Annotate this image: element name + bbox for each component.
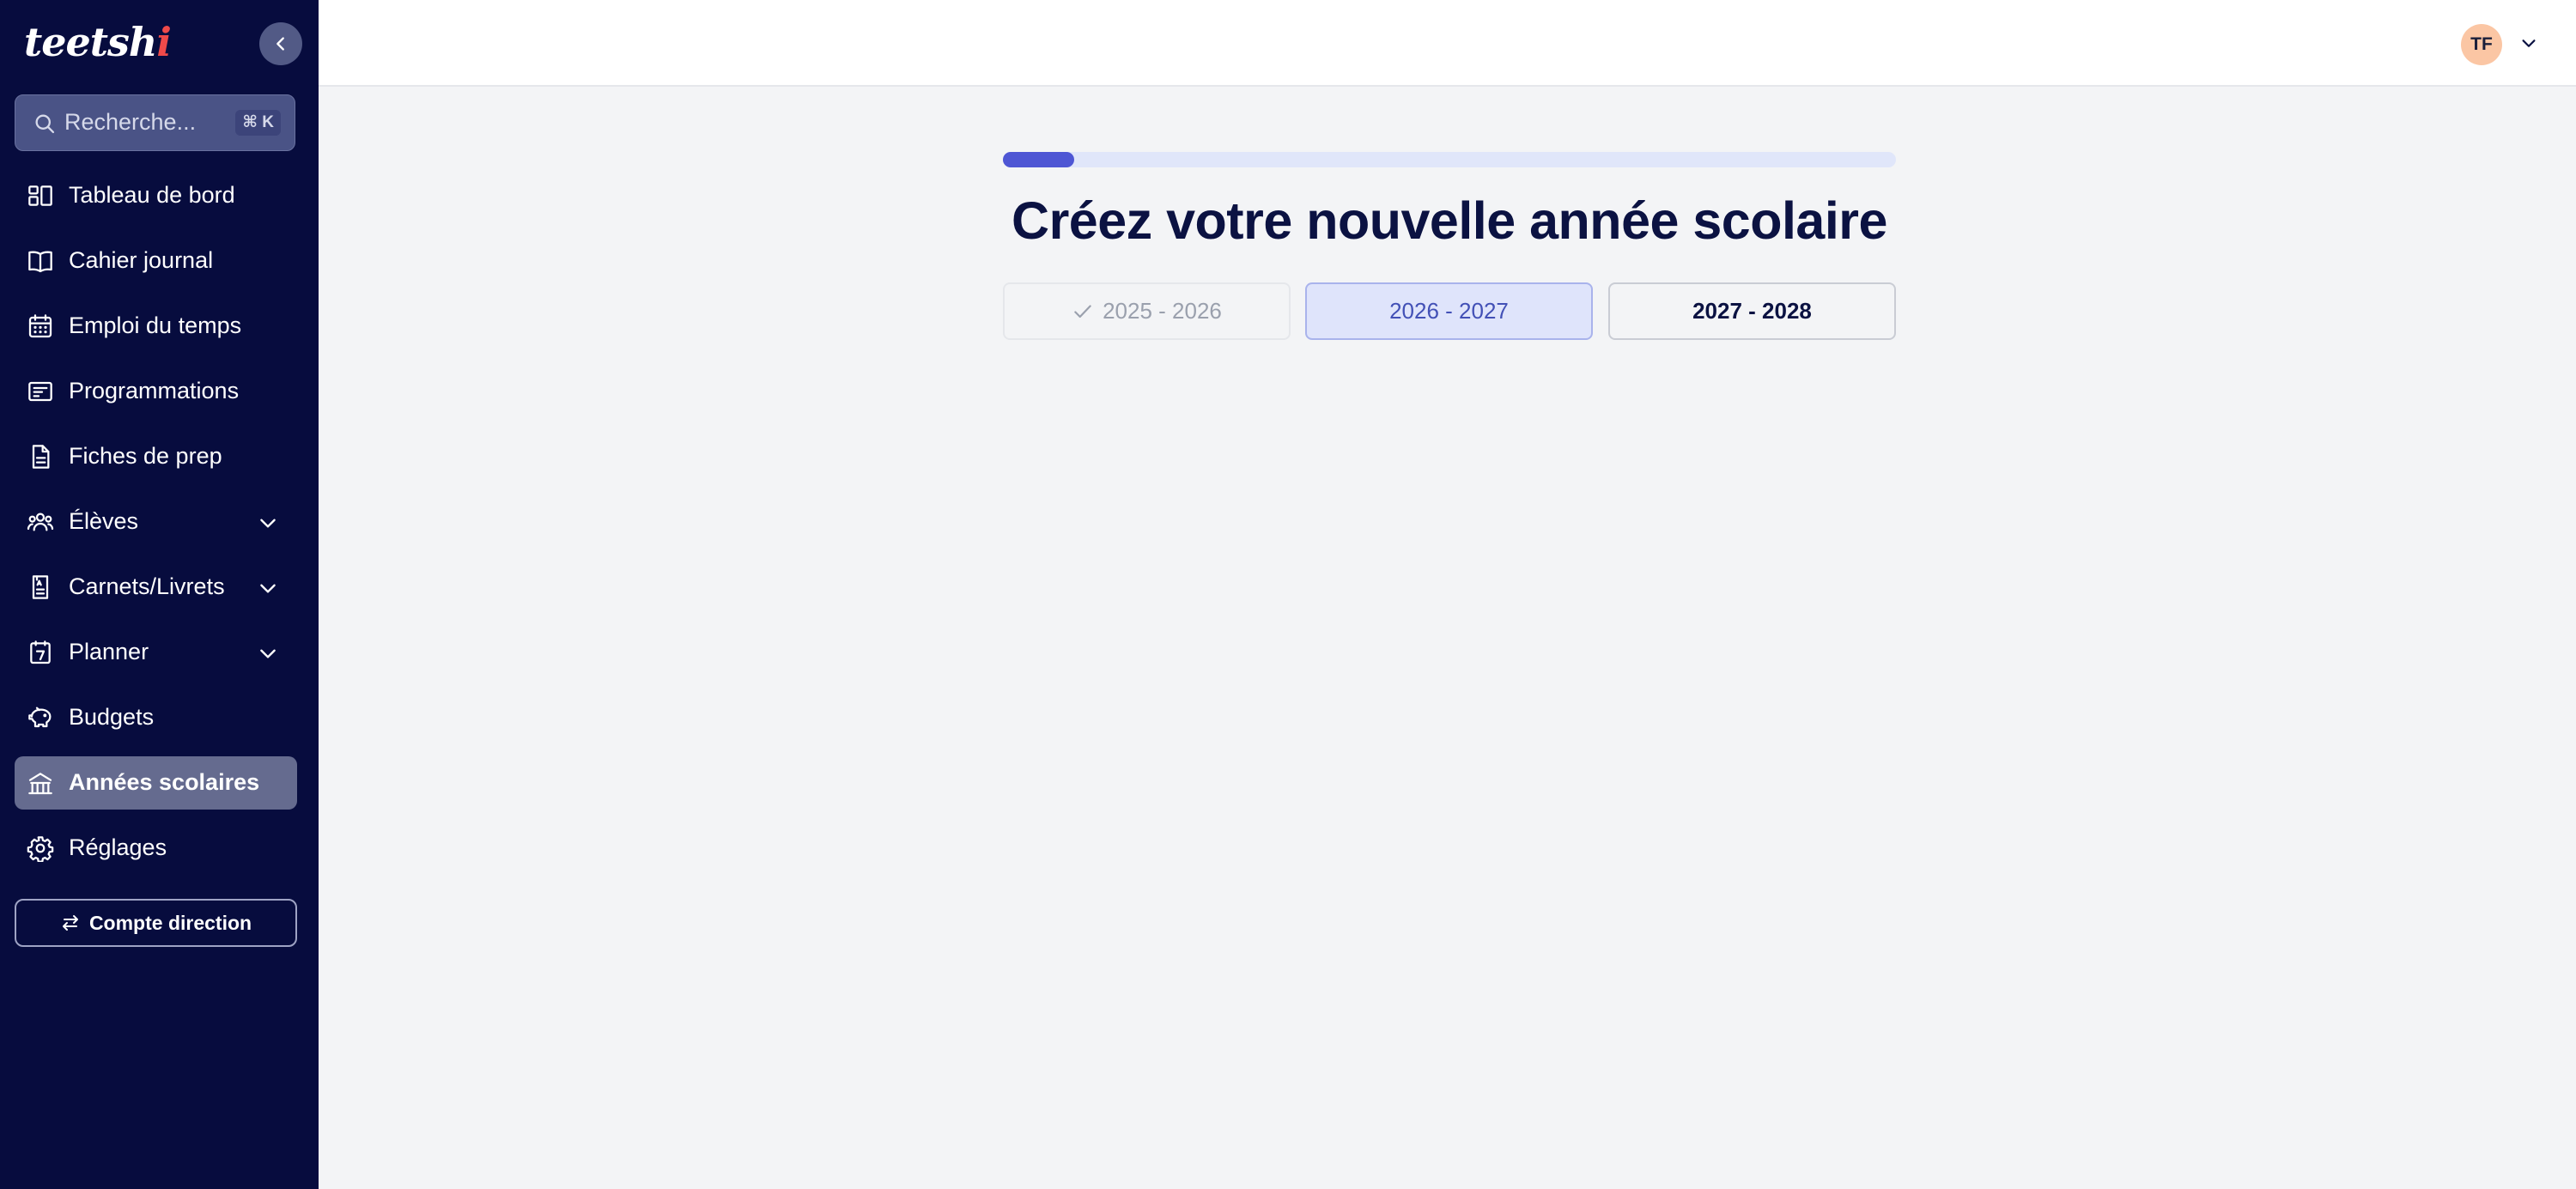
planner-icon: [30, 640, 51, 664]
sidebar-item-label: Carnets/Livrets: [69, 573, 225, 599]
gear-icon: [27, 836, 54, 862]
chevron-down-icon[interactable]: [2518, 34, 2540, 53]
sidebar-item-label: Années scolaires: [69, 769, 260, 795]
chevron-down-icon: [260, 584, 276, 593]
search-placeholder: Recherche...: [64, 109, 197, 135]
chevron-down-icon: [260, 519, 276, 528]
compte-direction-button[interactable]: Compte direction: [15, 899, 297, 947]
sidebar-item-label: Élèves: [69, 508, 139, 534]
avatar[interactable]: TF: [2461, 24, 2502, 65]
school-building-icon: [28, 773, 52, 795]
year-option-2026-2027[interactable]: 2026 - 2027: [1305, 282, 1593, 340]
sidebar-item-annees-scolaires[interactable]: Années scolaires: [15, 756, 297, 810]
book-icon: [28, 251, 52, 273]
year-option-2027-2028[interactable]: 2027 - 2028: [1608, 282, 1896, 340]
collapse-sidebar-button[interactable]: [259, 22, 302, 65]
sidebar-item-label: Fiches de prep: [69, 443, 222, 469]
sidebar-item-label: Budgets: [69, 704, 155, 730]
sidebar-item-carnets-livrets[interactable]: Carnets/Livrets: [15, 561, 297, 614]
sidebar-item-label: Réglages: [69, 834, 167, 860]
sidebar-item-programmations[interactable]: Programmations: [15, 365, 297, 418]
sidebar-item-planner[interactable]: Planner: [15, 626, 297, 679]
search-shortcut: ⌘ K: [235, 110, 281, 136]
sidebar: teetshi Recherche... ⌘ K Tableau de bord…: [0, 0, 319, 1189]
chevron-down-icon: [260, 649, 276, 658]
sidebar-item-cahier-journal[interactable]: Cahier journal: [15, 234, 297, 288]
search-icon: [35, 114, 55, 134]
chevron-left-icon: [276, 37, 284, 51]
piggy-bank-icon: [28, 707, 52, 728]
sidebar-item-label: Emploi du temps: [69, 312, 242, 338]
year-option-label: 2027 - 2028: [1692, 298, 1812, 324]
calendar-icon: [28, 314, 52, 338]
sidebar-item-eleves[interactable]: Élèves: [15, 495, 297, 549]
sidebar-item-budgets[interactable]: Budgets: [15, 691, 297, 744]
sidebar-item-emploi-du-temps[interactable]: Emploi du temps: [15, 300, 297, 353]
year-option-label: 2026 - 2027: [1389, 298, 1509, 324]
sidebar-item-label: Tableau de bord: [69, 182, 235, 208]
teetsh-logo[interactable]: teetshi: [24, 19, 172, 65]
progress-bar: [1003, 152, 1896, 167]
sidebar-item-fiches-de-prep[interactable]: Fiches de prep: [15, 430, 297, 483]
search-input[interactable]: Recherche... ⌘ K: [15, 94, 295, 151]
users-icon: [27, 513, 54, 531]
booklet-icon: [32, 575, 49, 599]
top-bar: [319, 0, 2576, 87]
page-title: Créez votre nouvelle année scolaire: [1012, 191, 1887, 250]
year-option-2025-2026[interactable]: 2025 - 2026: [1003, 282, 1291, 340]
list-card-icon: [28, 381, 52, 402]
year-option-label: 2025 - 2026: [1103, 298, 1222, 324]
sidebar-item-dashboard[interactable]: Tableau de bord: [15, 169, 297, 222]
compte-direction-label: Compte direction: [88, 911, 252, 934]
sidebar-item-reglages[interactable]: Réglages: [15, 822, 297, 875]
sidebar-item-label: Planner: [69, 639, 149, 664]
check-icon: [1074, 304, 1091, 318]
document-icon: [32, 445, 50, 469]
progress-fill: [1003, 152, 1075, 167]
switch-arrows-icon: [62, 915, 78, 931]
sidebar-item-label: Cahier journal: [69, 247, 214, 273]
dashboard-icon: [28, 185, 52, 206]
sidebar-item-label: Programmations: [69, 378, 240, 403]
